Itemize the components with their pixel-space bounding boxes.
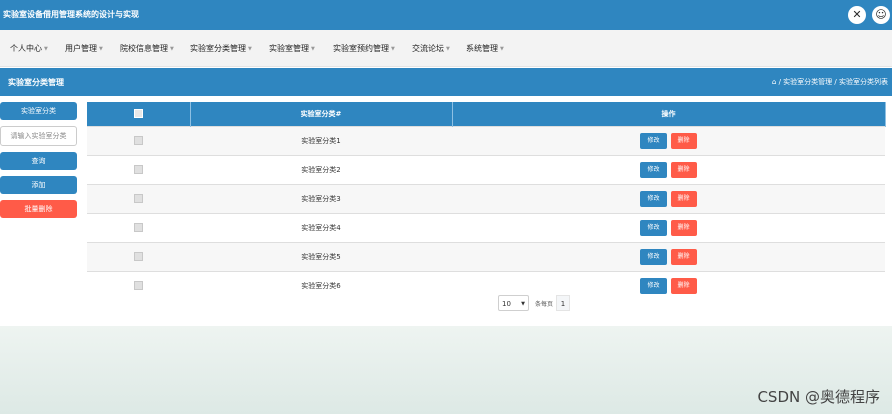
chevron-down-icon: ▼ <box>446 46 450 52</box>
nav-item-user-management[interactable]: 用户管理 ▼ <box>65 43 103 54</box>
page-size-select[interactable]: 10 ▼ <box>498 295 529 311</box>
row-checkbox[interactable] <box>134 164 143 174</box>
edit-button[interactable]: 修改 <box>640 278 667 294</box>
chevron-down-icon: ▼ <box>44 46 48 52</box>
top-header: 实验室设备借用管理系统的设计与实现 ✕ ☺ <box>0 0 892 30</box>
category-name-cell: 实验室分类4 <box>190 213 452 243</box>
edit-button[interactable]: 修改 <box>640 133 667 149</box>
category-search-input[interactable]: 请输入实验室分类 <box>0 126 77 146</box>
delete-button[interactable]: 删除 <box>670 249 697 265</box>
user-icon[interactable]: ☺ <box>872 6 890 24</box>
chevron-down-icon: ▼ <box>170 46 174 52</box>
table-row: 实验室分类5 修改 删除 <box>87 242 885 272</box>
table-header-row: 实验室分类# 操作 <box>87 102 886 127</box>
app-title: 实验室设备借用管理系统的设计与实现 <box>3 10 139 19</box>
main-nav: 个人中心 ▼ 用户管理 ▼ 院校信息管理 ▼ 实验室分类管理 ▼ 实验室管理 ▼ 实验室预… <box>0 30 892 67</box>
home-icon[interactable]: ⌂ <box>772 78 776 86</box>
chevron-down-icon: ▼ <box>248 46 252 52</box>
table-row: 实验室分类4 修改 删除 <box>87 213 885 243</box>
column-header-actions: 操作 <box>452 102 886 127</box>
edit-button[interactable]: 修改 <box>640 162 667 178</box>
delete-button[interactable]: 删除 <box>670 278 697 294</box>
nav-item-lab-booking[interactable]: 实验室预约管理 ▼ <box>333 43 395 54</box>
edit-button[interactable]: 修改 <box>640 191 667 207</box>
delete-button[interactable]: 删除 <box>670 162 697 178</box>
category-name-cell: 实验室分类1 <box>190 126 452 156</box>
row-checkbox[interactable] <box>134 280 143 290</box>
chevron-down-icon: ▼ <box>500 46 504 52</box>
delete-button[interactable]: 删除 <box>670 191 697 207</box>
close-icon[interactable]: ✕ <box>848 6 866 24</box>
nav-item-forum[interactable]: 交流论坛 ▼ <box>412 43 450 54</box>
category-table: 实验室分类# 操作 实验室分类1 修改 删除 实验室分类2 修改 删除 实验室分类3… <box>87 102 886 300</box>
nav-item-lab-management[interactable]: 实验室管理 ▼ <box>269 43 315 54</box>
breadcrumb-text[interactable]: / 实验室分类管理 / 实验室分类列表 <box>779 78 888 86</box>
table-row: 实验室分类3 修改 删除 <box>87 184 885 214</box>
breadcrumb: ⌂ / 实验室分类管理 / 实验室分类列表 <box>772 77 888 87</box>
page-footer-background: CSDN @奥德程序 <box>0 326 892 414</box>
row-checkbox[interactable] <box>134 251 143 261</box>
chevron-down-icon: ▼ <box>391 46 395 52</box>
select-all-cell <box>87 102 191 127</box>
per-page-label: 条每页 <box>535 301 554 308</box>
select-all-checkbox[interactable] <box>133 108 143 118</box>
search-button[interactable]: 查询 <box>0 152 77 170</box>
watermark-text: CSDN @奥德程序 <box>757 388 880 406</box>
page-number-button[interactable]: 1 <box>556 295 570 311</box>
nav-item-system[interactable]: 系统管理 ▼ <box>466 43 504 54</box>
edit-button[interactable]: 修改 <box>640 249 667 265</box>
nav-item-personal-center[interactable]: 个人中心 ▼ <box>10 43 48 54</box>
category-name-cell: 实验室分类5 <box>190 242 452 272</box>
page-header: 实验室分类管理 ⌂ / 实验室分类管理 / 实验室分类列表 <box>0 68 892 96</box>
category-name-cell: 实验室分类2 <box>190 155 452 185</box>
page-title: 实验室分类管理 <box>8 78 64 87</box>
table-row: 实验室分类2 修改 删除 <box>87 155 885 185</box>
delete-button[interactable]: 删除 <box>670 220 697 236</box>
batch-delete-button[interactable]: 批量删除 <box>0 200 77 218</box>
add-button[interactable]: 添加 <box>0 176 77 194</box>
row-checkbox[interactable] <box>134 222 143 232</box>
nav-item-school-info[interactable]: 院校信息管理 ▼ <box>120 43 174 54</box>
table-row: 实验室分类6 修改 删除 <box>87 271 885 300</box>
table-row: 实验室分类1 修改 删除 <box>87 126 885 156</box>
chevron-down-icon: ▼ <box>521 301 525 307</box>
category-field-label: 实验室分类 <box>0 102 77 120</box>
nav-item-lab-category[interactable]: 实验室分类管理 ▼ <box>190 43 252 54</box>
chevron-down-icon: ▼ <box>311 46 315 52</box>
category-name-cell: 实验室分类6 <box>190 271 452 300</box>
edit-button[interactable]: 修改 <box>640 220 667 236</box>
category-name-cell: 实验室分类3 <box>190 184 452 214</box>
row-checkbox[interactable] <box>134 135 143 145</box>
row-checkbox[interactable] <box>134 193 143 203</box>
delete-button[interactable]: 删除 <box>670 133 697 149</box>
column-header-name[interactable]: 实验室分类# <box>190 102 453 127</box>
chevron-down-icon: ▼ <box>99 46 103 52</box>
